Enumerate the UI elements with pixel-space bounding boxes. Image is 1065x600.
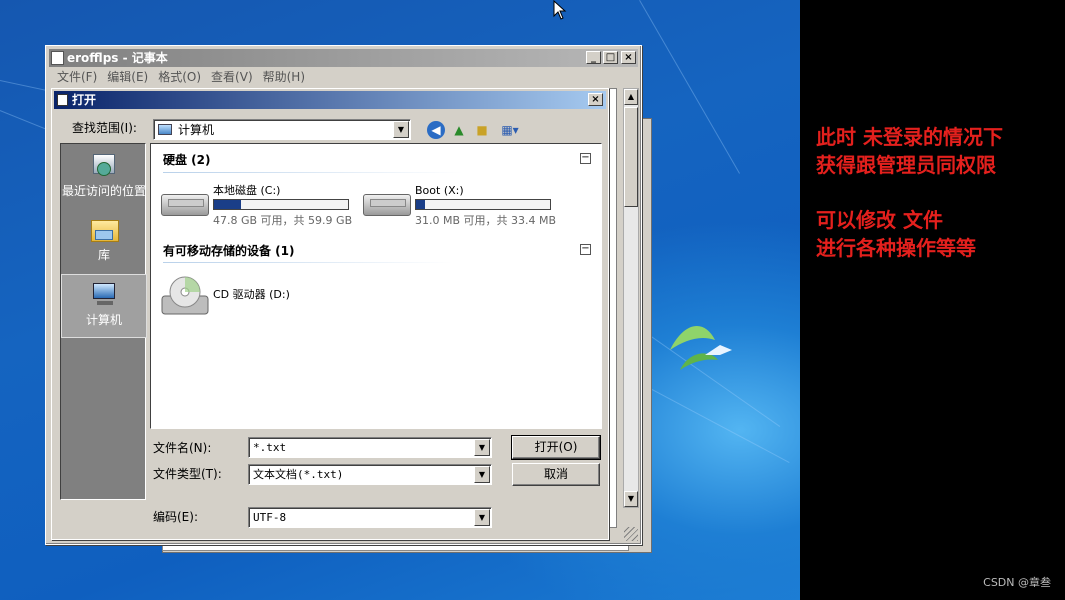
scroll-down-button[interactable]: ▼ <box>624 491 638 507</box>
place-label: 最近访问的位置 <box>61 184 146 198</box>
place-libraries[interactable]: 库 <box>61 216 147 262</box>
notepad-titlebar[interactable]: erofflps - 记事本 _ □ × <box>49 49 638 67</box>
maximize-button[interactable]: □ <box>603 51 618 64</box>
minimize-button[interactable]: _ <box>586 51 601 64</box>
scroll-thumb[interactable] <box>624 107 638 207</box>
dropdown-arrow-icon[interactable]: ▼ <box>474 439 490 456</box>
open-button[interactable]: 打开(O) <box>511 435 601 460</box>
drive-c[interactable]: 本地磁盘 (C:) 47.8 GB 可用，共 59.9 GB <box>161 184 361 234</box>
scroll-up-button[interactable]: ▲ <box>624 89 638 105</box>
annotation-line: 可以修改 文件 <box>816 208 943 232</box>
group-header-removable: 有可移动存储的设备 (1) <box>163 244 295 258</box>
desktop: 称 己 月 erofflps - 记事本 _ □ × 文件(F) 编辑(E) 格… <box>0 0 800 600</box>
hard-disk-icon <box>363 194 411 216</box>
dropdown-arrow-icon[interactable]: ▼ <box>393 121 409 138</box>
libraries-icon <box>89 216 119 244</box>
menu-file[interactable]: 文件(F) <box>52 68 102 86</box>
new-folder-icon[interactable]: ■ <box>473 121 491 139</box>
screen: 称 己 月 erofflps - 记事本 _ □ × 文件(F) 编辑(E) 格… <box>0 0 1065 600</box>
computer-small-icon <box>158 124 172 135</box>
menu-help[interactable]: 帮助(H) <box>258 68 310 86</box>
place-computer[interactable]: 计算机 <box>61 274 147 338</box>
drive-size: 47.8 GB 可用，共 59.9 GB <box>213 214 353 227</box>
dialog-title: 打开 <box>72 93 97 107</box>
drive-usage-bar <box>213 199 349 210</box>
annotation-line: 进行各种操作等等 <box>816 236 976 260</box>
encoding-value: UTF-8 <box>253 511 287 524</box>
place-recent[interactable]: 最近访问的位置 <box>61 152 147 198</box>
lookin-label: 查找范围(I): <box>72 121 137 135</box>
drive-name: Boot (X:) <box>415 184 464 197</box>
menu-edit[interactable]: 编辑(E) <box>102 68 153 86</box>
computer-icon <box>89 281 119 309</box>
up-folder-icon[interactable]: ▲ <box>450 121 468 139</box>
menu-format[interactable]: 格式(O) <box>153 68 206 86</box>
lookin-value: 计算机 <box>178 123 215 137</box>
filetype-value: 文本文档(*.txt) <box>253 468 344 481</box>
back-icon[interactable]: ◀ <box>427 121 445 139</box>
drive-usage-fill <box>416 200 426 209</box>
recent-places-icon <box>89 152 119 180</box>
drive-name: CD 驱动器 (D:) <box>213 288 290 301</box>
notepad-icon <box>51 51 64 65</box>
filetype-combo[interactable]: 文本文档(*.txt) ▼ <box>248 464 492 485</box>
watermark: CSDN @章叁 <box>983 576 1051 589</box>
drive-usage-fill <box>214 200 241 209</box>
encoding-label: 编码(E): <box>153 510 198 524</box>
drive-d[interactable]: CD 驱动器 (D:) <box>161 274 361 324</box>
filetype-label: 文件类型(T): <box>153 467 222 481</box>
group-divider <box>163 172 463 173</box>
cd-drive-icon <box>161 276 209 315</box>
place-label: 库 <box>97 248 110 262</box>
collapse-icon[interactable]: − <box>580 153 591 164</box>
dialog-icon <box>57 94 68 106</box>
hard-disk-icon <box>161 194 209 216</box>
filename-value: *.txt <box>253 441 287 454</box>
dialog-close-button[interactable]: × <box>588 93 603 106</box>
group-header-hdd: 硬盘 (2) <box>163 153 211 167</box>
group-divider <box>163 262 453 263</box>
lookin-combo[interactable]: 计算机 ▼ <box>153 119 411 140</box>
encoding-combo[interactable]: UTF-8 ▼ <box>248 507 492 528</box>
close-button[interactable]: × <box>621 51 636 64</box>
filename-combo[interactable]: *.txt ▼ <box>248 437 492 458</box>
view-menu-icon[interactable]: ▦▾ <box>498 121 522 139</box>
places-bar: 最近访问的位置 库 计算机 <box>60 143 147 500</box>
collapse-icon[interactable]: − <box>580 244 591 255</box>
resize-grip[interactable] <box>624 527 638 541</box>
filename-label: 文件名(N): <box>153 441 212 455</box>
wallpaper-streak <box>639 0 740 174</box>
mouse-cursor-icon <box>553 0 567 20</box>
drive-name: 本地磁盘 (C:) <box>213 184 281 197</box>
vertical-scrollbar[interactable]: ▲ ▼ <box>623 88 639 508</box>
dropdown-arrow-icon[interactable]: ▼ <box>474 466 490 483</box>
annotation-line: 获得跟管理员同权限 <box>816 153 996 177</box>
place-label: 计算机 <box>85 313 122 327</box>
annotation-line: 此时 未登录的情况下 <box>816 125 1003 149</box>
file-list-view[interactable]: 硬盘 (2) − 本地磁盘 (C:) 47.8 GB 可用，共 59.9 GB … <box>150 143 602 429</box>
menu-view[interactable]: 查看(V) <box>206 68 258 86</box>
cancel-button[interactable]: 取消 <box>512 463 600 486</box>
drive-x[interactable]: Boot (X:) 31.0 MB 可用，共 33.4 MB <box>363 184 563 234</box>
drive-size: 31.0 MB 可用，共 33.4 MB <box>415 214 557 227</box>
open-file-dialog: 打开 × 查找范围(I): 计算机 ▼ ◀ ▲ ■ ▦▾ 最近访问的位置 库 计… <box>51 88 609 540</box>
annotation-panel: 此时 未登录的情况下 获得跟管理员同权限 可以修改 文件 进行各种操作等等 CS… <box>800 0 1065 600</box>
notepad-menubar: 文件(F) 编辑(E) 格式(O) 查看(V) 帮助(H) <box>52 68 310 86</box>
dialog-titlebar[interactable]: 打开 × <box>54 91 606 109</box>
windows-logo-leaf-icon <box>670 326 732 370</box>
notepad-title: erofflps - 记事本 <box>67 51 168 65</box>
drive-usage-bar <box>415 199 551 210</box>
dropdown-arrow-icon[interactable]: ▼ <box>474 509 490 526</box>
